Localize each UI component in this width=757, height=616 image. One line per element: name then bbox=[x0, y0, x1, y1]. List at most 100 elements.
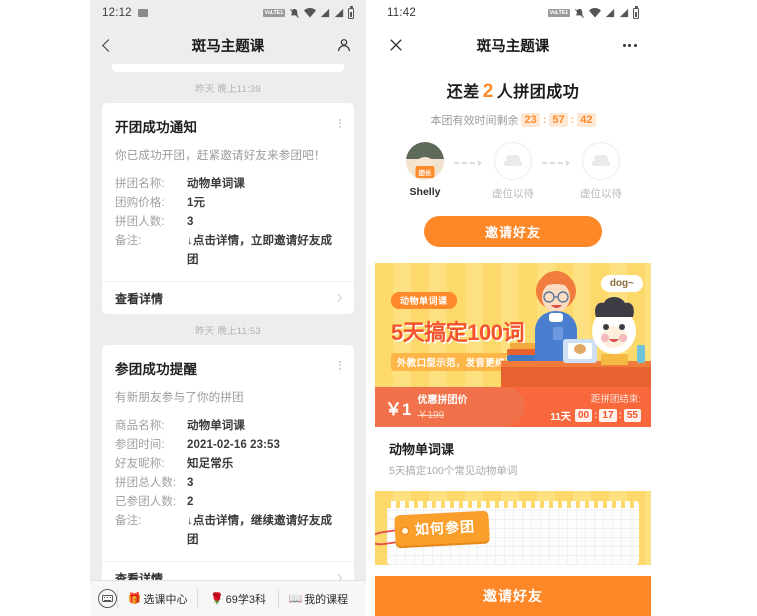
arrow-icon bbox=[478, 160, 482, 166]
notification-card[interactable]: 开团成功通知 你已成功开团，赶紧邀请好友来参团吧！ 拼团名称: 动物单词课 团购… bbox=[102, 103, 354, 314]
status-icons: VoLTE1 bbox=[262, 5, 354, 19]
card-menu-button[interactable] bbox=[339, 358, 341, 370]
profile-button[interactable] bbox=[336, 37, 352, 53]
bell-muted-icon bbox=[290, 8, 299, 18]
chat-message-list[interactable]: 昨天 晚上11:39 开团成功通知 你已成功开团，赶紧邀请好友来参团吧！ 拼团名… bbox=[90, 64, 366, 616]
detail-row: 已参团人数: 2 bbox=[115, 493, 341, 512]
course-description: 5天搞定100个常见动物单词 bbox=[389, 465, 518, 477]
card-header: 参团成功提醒 bbox=[115, 358, 341, 378]
countdown-seconds: 55 bbox=[623, 409, 641, 422]
volte-badge: VoLTE1 bbox=[262, 9, 285, 17]
group-headline: 还差 2 人拼团成功 bbox=[375, 78, 651, 103]
countdown-days: 11天 bbox=[550, 412, 571, 423]
headline-prefix: 还差 bbox=[446, 84, 480, 101]
detail-row: 拼团人数: 3 bbox=[115, 213, 341, 232]
detail-key: 参团时间: bbox=[115, 439, 165, 451]
price-bar: ￥1 优惠拼团价 ￥199 距拼团结束: 11天 00 : 17 : 55 bbox=[375, 387, 651, 427]
dot bbox=[339, 364, 341, 367]
slot-leader[interactable]: 团长 Shelly bbox=[396, 142, 454, 198]
detail-row: 好友昵称: 知足常乐 bbox=[115, 455, 341, 474]
countdown-hours: 00 bbox=[574, 409, 593, 422]
back-button[interactable] bbox=[102, 38, 115, 52]
card-subtitle: 有新朋友参与了你的拼团 bbox=[115, 392, 244, 404]
countdown-seconds: 42 bbox=[577, 113, 596, 127]
view-details-label: 查看详情 bbox=[115, 291, 164, 306]
detail-value: 知足常乐 bbox=[187, 458, 234, 470]
signal-icon bbox=[334, 8, 344, 18]
bottom-invite-button[interactable]: 邀请好友 bbox=[375, 576, 651, 616]
status-time: 12:12 bbox=[102, 7, 132, 19]
toolbar-item-course-center[interactable]: 🎁 选课中心 bbox=[117, 588, 197, 609]
rose-icon: 🌹 bbox=[209, 593, 224, 605]
card-title: 开团成功通知 bbox=[115, 120, 198, 135]
detail-key: 备注: bbox=[115, 515, 142, 527]
keyboard-icon[interactable] bbox=[98, 589, 117, 608]
promo-banner[interactable]: 动物单词课 5天搞定100词 外教口型示范，发音更纯正 dog~ bbox=[375, 263, 651, 387]
more-icon[interactable] bbox=[622, 43, 637, 47]
countdown-hours: 23 bbox=[521, 113, 540, 127]
image-icon bbox=[137, 9, 148, 17]
headline-suffix: 人拼团成功 bbox=[496, 84, 580, 101]
detail-key: 好友昵称: bbox=[115, 458, 165, 470]
chair-icon bbox=[592, 154, 610, 168]
card-menu-button[interactable] bbox=[339, 116, 341, 128]
volte-badge: VoLTE1 bbox=[547, 9, 570, 17]
message-timestamp: 昨天 晚上11:53 bbox=[195, 326, 261, 337]
price-meta: 优惠拼团价 ￥199 bbox=[417, 392, 467, 422]
status-time: 11:42 bbox=[387, 7, 416, 19]
signal-icon bbox=[619, 8, 629, 18]
slot-name: 虚位以待 bbox=[492, 188, 534, 200]
toolbar-item-promo[interactable]: 🌹 69学3科 bbox=[197, 588, 277, 609]
left-nav-bar: 斑马主题课 bbox=[90, 26, 366, 64]
close-button[interactable] bbox=[389, 38, 403, 52]
countdown-label: 本团有效时间剩余 bbox=[430, 115, 519, 127]
detail-key: 商品名称: bbox=[115, 420, 165, 432]
course-info: 动物单词课 5天搞定100个常见动物单词 bbox=[375, 427, 651, 491]
how-to-join-tag: 如何参团 bbox=[394, 510, 490, 547]
detail-row: 拼团名称: 动物单词课 bbox=[115, 175, 341, 194]
slot-empty-1[interactable]: 虚位以待 bbox=[484, 142, 542, 201]
detail-value: 动物单词课 bbox=[187, 178, 245, 190]
headline-number: 2 bbox=[482, 81, 494, 102]
view-details-button[interactable]: 查看详情 bbox=[102, 281, 354, 314]
detail-row: 商品名称: 动物单词课 bbox=[115, 417, 341, 436]
card-header: 开团成功通知 bbox=[115, 116, 341, 136]
wifi-icon bbox=[589, 8, 601, 18]
countdown-separator: : bbox=[618, 410, 622, 421]
dot bbox=[339, 361, 341, 363]
wifi-icon bbox=[304, 8, 316, 18]
bell-muted-icon bbox=[575, 8, 584, 18]
toolbar-item-my-courses[interactable]: 📖 我的课程 bbox=[277, 588, 358, 609]
slot-empty-2[interactable]: 虚位以待 bbox=[572, 142, 630, 201]
toolbar-item-label: 69学3科 bbox=[225, 593, 267, 606]
promo-countdown: 距拼团结束: 11天 00 : 17 : 55 bbox=[550, 391, 641, 423]
countdown-label: 距拼团结束: bbox=[590, 394, 641, 405]
group-buy-page[interactable]: 还差 2 人拼团成功 本团有效时间剩余 23 : 57 : 42 团长 Shelly bbox=[375, 64, 651, 616]
dot bbox=[634, 43, 637, 47]
right-nav-bar: 斑马主题课 bbox=[375, 26, 651, 64]
message-timestamp: 昨天 晚上11:39 bbox=[195, 84, 261, 95]
detail-row: 备注: ↓点击详情，继续邀请好友成团 bbox=[115, 512, 341, 550]
detail-value: 3 bbox=[187, 216, 194, 228]
invite-friends-button[interactable]: 邀请好友 bbox=[424, 216, 602, 247]
price-label: 优惠拼团价 bbox=[417, 395, 468, 406]
avatar-placeholder bbox=[494, 142, 532, 180]
detail-row: 拼团总人数: 3 bbox=[115, 474, 341, 493]
detail-value: ↓点击详情，立即邀请好友成团 bbox=[187, 235, 333, 266]
book-icon: 📖 bbox=[288, 593, 303, 605]
avatar-placeholder bbox=[582, 142, 620, 180]
dot bbox=[339, 122, 341, 125]
signal-icon bbox=[605, 8, 615, 18]
connector-dashes bbox=[542, 160, 572, 166]
banner-tag: 动物单词课 bbox=[391, 292, 457, 309]
original-price: ￥199 bbox=[417, 410, 445, 421]
battery-icon bbox=[348, 5, 354, 19]
countdown-timer: 11天 00 : 17 : 55 bbox=[550, 408, 641, 423]
teacher-zebra-illustration bbox=[501, 271, 651, 387]
chevron-right-icon bbox=[333, 293, 343, 303]
notification-card[interactable]: 参团成功提醒 有新朋友参与了你的拼团 商品名称: 动物单词课 参团时间: 202… bbox=[102, 345, 354, 594]
slot-name: 虚位以待 bbox=[580, 188, 622, 200]
detail-value: 3 bbox=[187, 477, 194, 489]
detail-key: 拼团名称: bbox=[115, 178, 165, 190]
right-phone: 11:42 VoLTE1 斑马主题课 还差 2 人拼团成功 本团有效时间剩余 2… bbox=[375, 0, 651, 616]
